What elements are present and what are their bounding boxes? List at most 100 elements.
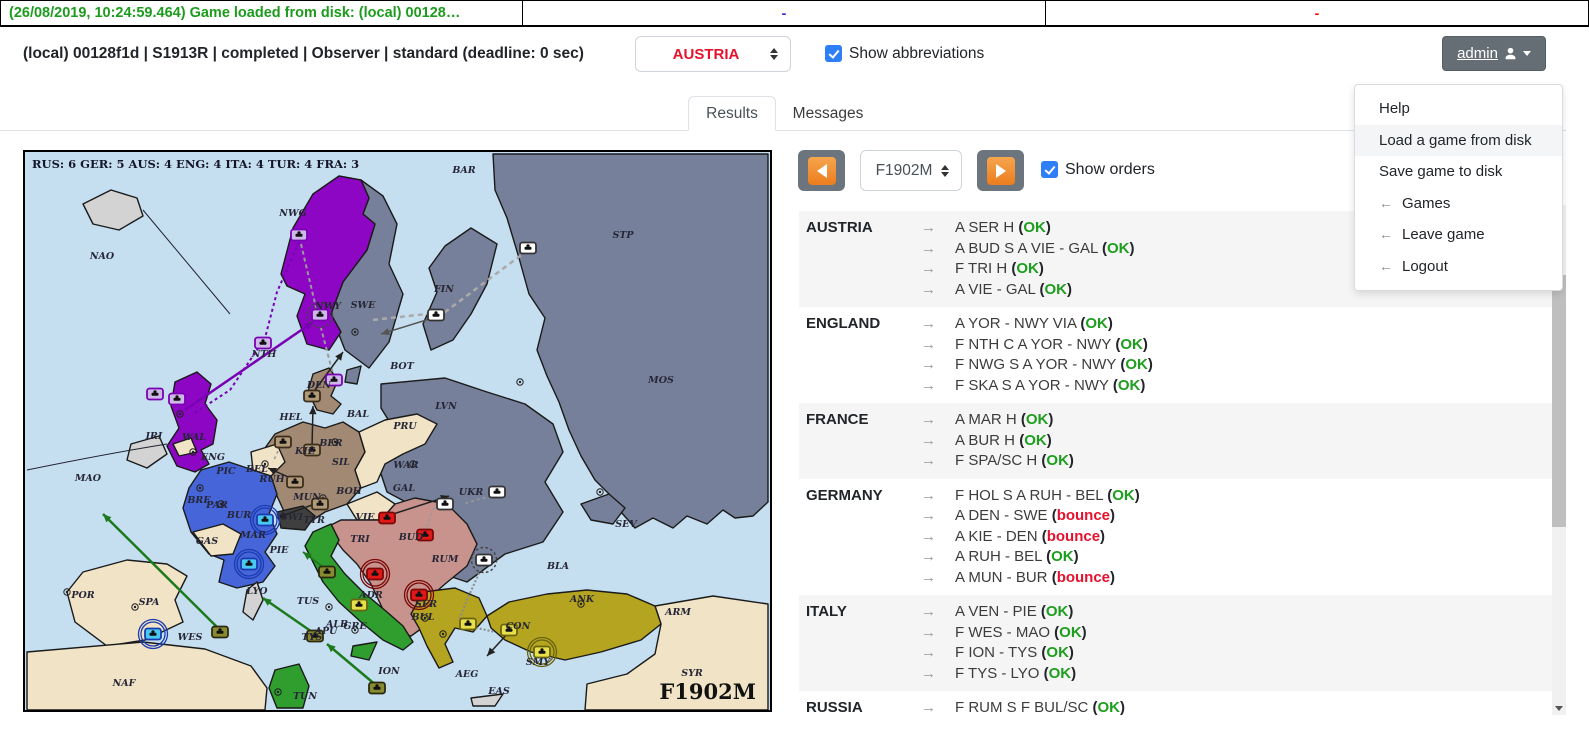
order-arrow-icon: → [921, 259, 955, 280]
province-label-por: POR [70, 590, 94, 601]
order-arrow-icon: → [921, 335, 955, 356]
province-label-boh: BOH [335, 486, 362, 497]
power-name: ENGLAND [799, 314, 921, 396]
tab-messages[interactable]: Messages [784, 96, 872, 131]
province-label-syr: SYR [681, 668, 703, 679]
province-label-swi: SWI [281, 512, 304, 523]
next-phase-button[interactable] [977, 150, 1024, 191]
unit-russia [428, 310, 444, 321]
scrollbar-thumb[interactable] [1552, 275, 1566, 527]
status-cell-2: - [523, 1, 1046, 25]
order-row: →F ION - TYS (OK) [921, 643, 1552, 664]
power-select[interactable]: AUSTRIA [635, 36, 791, 72]
admin-menu-button[interactable]: admin [1442, 36, 1546, 71]
results-block-russia: RUSSIA→F RUM S F BUL/SC (OK) [799, 691, 1552, 726]
province-label-pic: PIC [215, 466, 236, 477]
province-label-ion: ION [377, 666, 400, 677]
province-label-gre: GRE [343, 621, 367, 632]
admin-menu: HelpLoad a game from diskSave game to di… [1354, 84, 1563, 291]
power-name: FRANCE [799, 410, 921, 472]
order-status: bounce [1047, 528, 1100, 545]
province-label-ukr: UKR [459, 487, 484, 498]
province-label-vie: VIE [355, 512, 375, 523]
order-status: OK [1112, 487, 1135, 504]
order-arrow-icon: → [921, 643, 955, 664]
order-row: →F NWG S A YOR - NWY (OK) [921, 355, 1552, 376]
unit-germany [287, 477, 303, 488]
order-row: →F HOL S A RUH - BEL (OK) [921, 486, 1552, 507]
menu-item-games[interactable]: ←Games [1355, 188, 1562, 220]
show-abbreviations-checkbox[interactable] [825, 45, 842, 62]
menu-item-leave-game[interactable]: ←Leave game [1355, 219, 1562, 251]
order-arrow-icon: → [921, 698, 955, 719]
menu-item-save-game-to-disk[interactable]: Save game to disk [1355, 156, 1562, 188]
menu-item-help[interactable]: Help [1355, 93, 1562, 125]
province-label-naf: NAF [112, 678, 137, 689]
scrollbar-down-button[interactable] [1552, 701, 1566, 715]
order-arrow-icon: → [921, 218, 955, 239]
province-label-pie: PIE [269, 545, 290, 556]
results-block-england: ENGLAND→A YOR - NWY VIA (OK)→F NTH C A Y… [799, 307, 1552, 403]
province-label-arm: ARM [664, 607, 691, 618]
supply-center-dot [277, 691, 279, 693]
province-label-bar: BAR [451, 165, 475, 176]
order-row: →F SKA S A YOR - NWY (OK) [921, 376, 1552, 397]
province-label-wal: WAL [182, 432, 206, 443]
unit-england [255, 338, 271, 349]
order-arrow-icon: → [921, 355, 955, 376]
order-arrow-icon: → [921, 602, 955, 623]
unit-russia [437, 499, 453, 510]
province-label-war: WAR [393, 460, 418, 471]
supply-center-dot [199, 487, 201, 489]
select-updown-icon [770, 48, 778, 60]
power-name: ITALY [799, 602, 921, 684]
order-status: OK [1085, 315, 1108, 332]
province-label-aeg: AEG [455, 669, 479, 680]
province-label-bul: BUL [411, 612, 435, 623]
province-label-tyr: TYR [303, 515, 325, 526]
menu-item-logout[interactable]: ←Logout [1355, 251, 1562, 283]
order-status: OK [1118, 377, 1141, 394]
tab-results[interactable]: Results [688, 96, 776, 131]
results-block-france: FRANCE→A MAR H (OK)→A BUR H (OK)→F SPA/S… [799, 403, 1552, 479]
province-label-lvn: LVN [434, 401, 457, 412]
province-label-spa: SPA [139, 597, 160, 608]
unit-turkey [460, 619, 476, 630]
province-label-rum: RUM [431, 554, 459, 565]
province-label-ank: ANK [569, 594, 595, 605]
province-label-nwg: NWG [278, 208, 306, 219]
order-arrow-icon: → [921, 410, 955, 431]
province-label-lyo: LYO [245, 586, 268, 597]
province-label-pru: PRU [392, 421, 417, 432]
phase-select[interactable]: F1902M [860, 150, 962, 191]
province-label-mar: MAR [239, 530, 266, 541]
province-label-bla: BLA [546, 561, 569, 572]
game-map: BARNWGSTPNAOFINNWYSWENTHBOTMOSDENLVNHELB… [23, 150, 772, 712]
order-row: →A RUH - BEL (OK) [921, 547, 1552, 568]
province-label-par: PAR [205, 500, 228, 511]
order-arrow-icon: → [921, 568, 955, 589]
back-arrow-icon: ← [1379, 258, 1393, 274]
unit-austria [379, 513, 395, 524]
province-label-nth: NTH [251, 349, 278, 360]
province-label-wes: WES [178, 632, 203, 643]
prev-phase-button[interactable] [798, 150, 845, 191]
select-updown-icon [941, 165, 949, 177]
province-label-swe: SWE [351, 300, 377, 311]
order-arrow-icon: → [921, 664, 955, 685]
power-name: GERMANY [799, 486, 921, 589]
show-orders-checkbox[interactable] [1041, 161, 1058, 178]
order-arrow-icon: → [921, 623, 955, 644]
menu-item-load-a-game-from-disk[interactable]: Load a game from disk [1355, 125, 1562, 157]
province-label-ruh: RUH [258, 474, 285, 485]
order-row: →F RUM S F BUL/SC (OK) [921, 698, 1552, 719]
order-status: OK [1120, 336, 1143, 353]
order-status: OK [1046, 603, 1069, 620]
province-label-tri: TRI [350, 534, 370, 545]
province-label-sev: SEV [615, 519, 638, 530]
unit-england [291, 230, 307, 241]
phase-select-value: F1902M [876, 162, 933, 180]
province-label-tus: TUS [297, 596, 319, 607]
scroll-down-icon [1555, 706, 1563, 711]
order-status: OK [1023, 219, 1046, 236]
